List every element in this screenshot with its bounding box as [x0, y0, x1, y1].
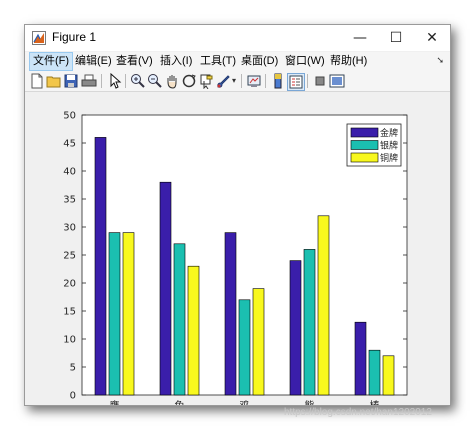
- bar-gold[interactable]: [159, 181, 172, 396]
- menu-view[interactable]: 查看(V): [113, 53, 156, 70]
- y-tick-label: 10: [63, 335, 76, 346]
- matlab-app-icon: [32, 31, 46, 45]
- x-tick-label: 鸡: [240, 399, 250, 405]
- menu-tools[interactable]: 工具(T): [197, 53, 239, 70]
- menu-help[interactable]: 帮助(H): [327, 53, 370, 70]
- pan-icon[interactable]: [164, 73, 180, 89]
- data-cursor-icon[interactable]: [198, 73, 214, 89]
- y-tick-label: 5: [70, 363, 76, 374]
- figure-window: Figure 1 — ☐ ✕ 文件(F) 编辑(E) 查看(V) 插入(I) 工…: [24, 24, 451, 412]
- y-tick-label: 50: [63, 111, 76, 122]
- save-icon[interactable]: [63, 73, 79, 89]
- open-file-icon[interactable]: [46, 73, 62, 89]
- minimize-button[interactable]: —: [342, 25, 378, 51]
- colorbar-icon[interactable]: [270, 73, 286, 89]
- menu-file[interactable]: 文件(F): [29, 52, 74, 71]
- new-figure-icon[interactable]: [29, 73, 45, 89]
- toolbar-separator: [101, 74, 102, 88]
- brush-dropdown-icon[interactable]: ▾: [232, 76, 236, 85]
- bar-gold[interactable]: [224, 232, 237, 396]
- legend-label: 银牌: [380, 140, 398, 152]
- menu-insert[interactable]: 插入(I): [157, 53, 195, 70]
- y-tick-label: 15: [63, 307, 76, 318]
- title-bar[interactable]: Figure 1 — ☐ ✕: [25, 25, 450, 51]
- bar-silver[interactable]: [303, 249, 316, 396]
- bar-chart[interactable]: 0 5 10 15 20 25 30 35 40 45 50 鹰 兔 鸡 熊 棒 金牌银牌铜牌: [25, 92, 450, 412]
- legend-label: 金牌: [380, 127, 398, 139]
- bar-gold[interactable]: [354, 321, 367, 396]
- bar-bronze[interactable]: [122, 232, 135, 396]
- pointer-icon[interactable]: [107, 73, 123, 89]
- show-plot-tools-icon[interactable]: [329, 73, 345, 89]
- toolbar: ▾: [25, 71, 450, 92]
- bar-silver[interactable]: [368, 349, 381, 396]
- bar-silver[interactable]: [173, 243, 186, 396]
- x-tick-label: 鹰: [110, 399, 120, 405]
- menu-overflow-icon[interactable]: ➘: [436, 55, 444, 66]
- menu-edit[interactable]: 编辑(E): [72, 53, 115, 70]
- close-button[interactable]: ✕: [414, 25, 450, 51]
- toolbar-separator: [265, 74, 266, 88]
- bar-bronze[interactable]: [317, 215, 330, 396]
- brush-icon[interactable]: [215, 73, 231, 89]
- bar-silver[interactable]: [238, 299, 251, 396]
- toolbar-separator: [125, 74, 126, 88]
- legend-swatch: [350, 127, 379, 138]
- minimize-icon: —: [353, 30, 367, 46]
- x-tick-label: 棒: [370, 399, 380, 405]
- bar-bronze[interactable]: [382, 355, 395, 396]
- window-title: Figure 1: [52, 30, 97, 44]
- legend-icon[interactable]: [287, 73, 305, 91]
- bar-gold[interactable]: [289, 260, 302, 396]
- menu-bar: 文件(F) 编辑(E) 查看(V) 插入(I) 工具(T) 桌面(D) 窗口(W…: [25, 52, 450, 71]
- y-tick-label: 30: [63, 223, 76, 234]
- menu-window[interactable]: 窗口(W): [282, 53, 328, 70]
- zoom-in-icon[interactable]: [130, 73, 146, 89]
- x-tick-label: 熊: [305, 399, 315, 405]
- close-icon: ✕: [426, 30, 438, 46]
- axes: 0 5 10 15 20 25 30 35 40 45 50 鹰 兔 鸡 熊 棒 金牌银牌铜牌: [63, 111, 408, 412]
- x-tick-label: 兔: [175, 399, 185, 405]
- y-tick-label: 40: [63, 167, 76, 178]
- legend-swatch: [350, 152, 379, 163]
- y-tick-label: 0: [70, 391, 76, 402]
- y-tick-label: 45: [63, 139, 76, 150]
- y-tick-label: 20: [63, 279, 76, 290]
- menu-desktop[interactable]: 桌面(D): [238, 53, 281, 70]
- print-icon[interactable]: [81, 73, 97, 89]
- toolbar-separator: [241, 74, 242, 88]
- link-plot-icon[interactable]: [246, 73, 262, 89]
- rotate-icon[interactable]: [181, 73, 197, 89]
- figure-canvas-area: 0 5 10 15 20 25 30 35 40 45 50 鹰 兔 鸡 熊 棒 金牌银牌铜牌: [25, 92, 450, 412]
- bar-bronze[interactable]: [252, 288, 265, 396]
- bar-silver[interactable]: [108, 232, 121, 396]
- bar-bronze[interactable]: [187, 265, 200, 396]
- maximize-icon: ☐: [389, 30, 403, 46]
- watermark-text: https://blog.csdn.net/han1202012: [284, 407, 432, 418]
- toolbar-separator: [307, 74, 308, 88]
- y-tick-label: 35: [63, 195, 76, 206]
- bar-gold[interactable]: [94, 137, 107, 396]
- hide-plot-tools-icon[interactable]: [312, 73, 328, 89]
- legend-swatch: [350, 140, 379, 150]
- maximize-button[interactable]: ☐: [378, 25, 414, 51]
- zoom-out-icon[interactable]: [147, 73, 163, 89]
- legend-label: 铜牌: [380, 152, 398, 164]
- y-tick-label: 25: [63, 251, 76, 262]
